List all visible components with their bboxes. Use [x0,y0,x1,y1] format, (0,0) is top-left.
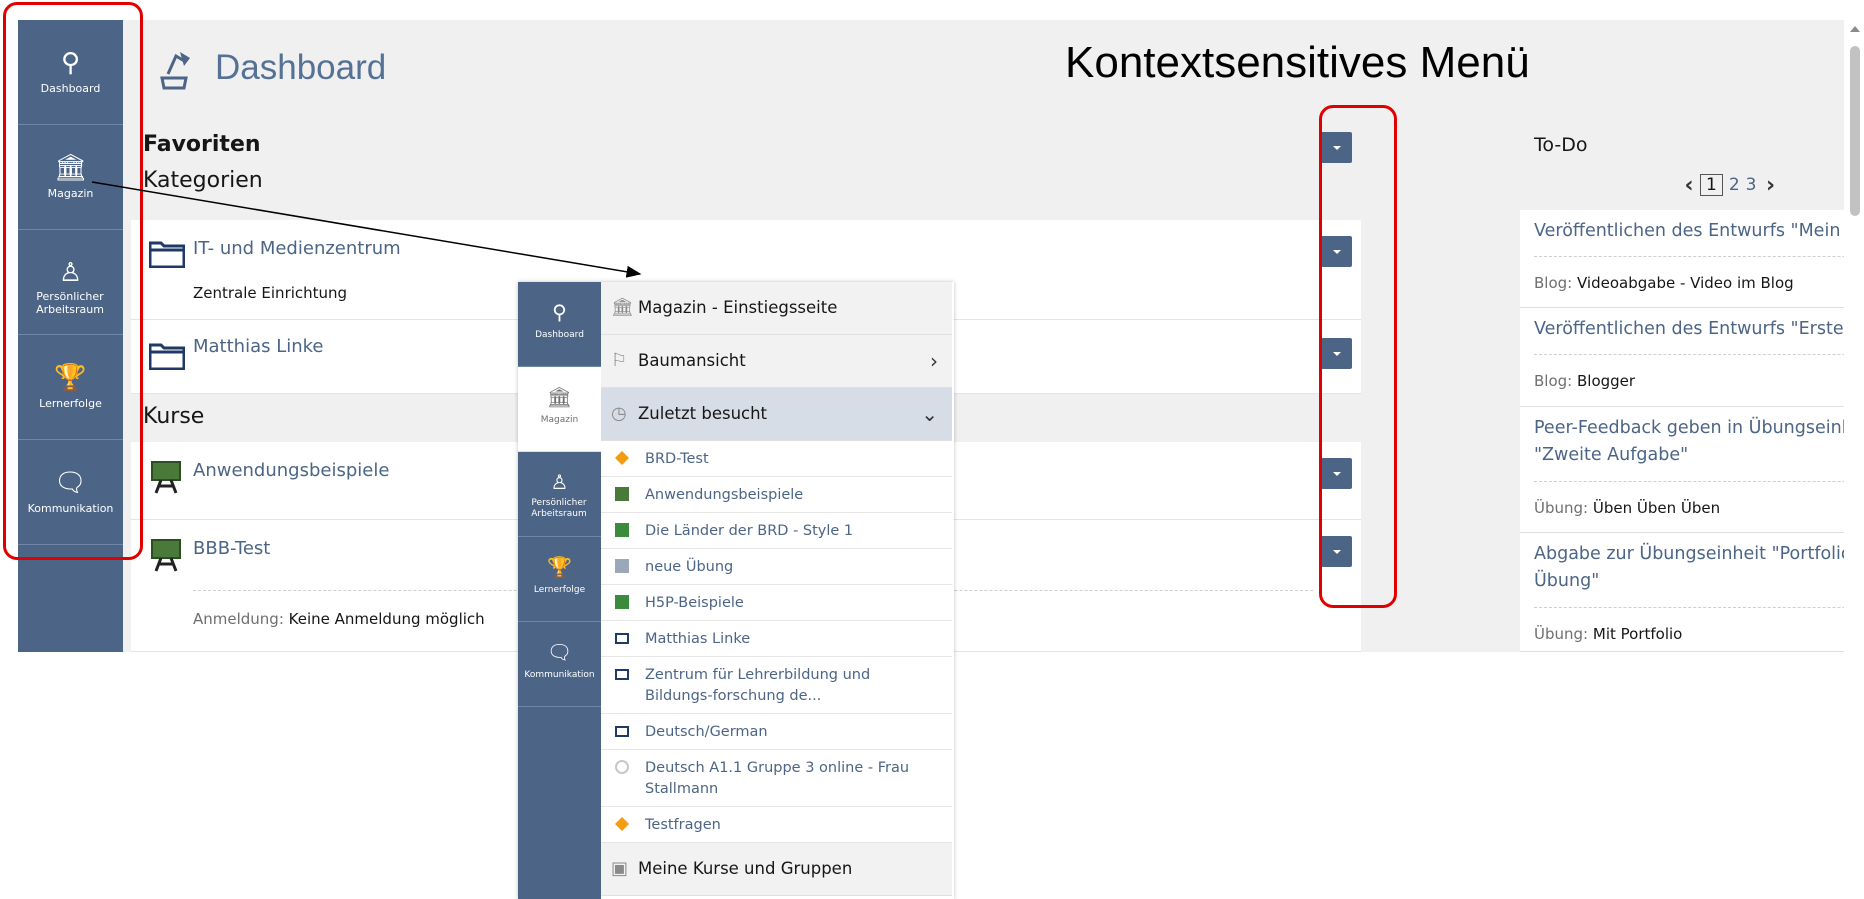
annotation-arrow [91,181,642,278]
